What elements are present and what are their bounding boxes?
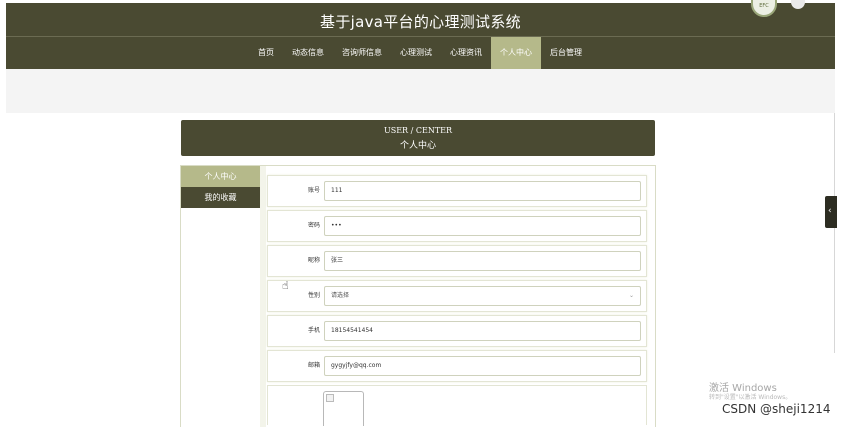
top-header: 基于java平台的心理测试系统 EFC bbox=[6, 0, 835, 36]
gender-label: 性别 bbox=[307, 292, 320, 299]
nav-item-counselors[interactable]: 咨询师信息 bbox=[333, 37, 391, 69]
gender-select-value: 请选择 bbox=[331, 292, 350, 299]
broken-image-icon bbox=[326, 394, 334, 402]
form-row-email: 邮箱 gygyjfy@qq.com bbox=[267, 350, 647, 382]
phone-label: 手机 bbox=[307, 327, 320, 334]
side-collapse-tab[interactable]: ‹ bbox=[825, 196, 837, 228]
user-center-banner: USER / CENTER 个人中心 bbox=[181, 120, 655, 156]
side-menu-item-user-center[interactable]: 个人中心 bbox=[181, 166, 260, 187]
windows-activation-subtext: 转到"设置"以激活 Windows。 bbox=[709, 394, 792, 401]
nav-item-home[interactable]: 首页 bbox=[249, 37, 283, 69]
form-row-nickname: 昵称 张三 bbox=[267, 245, 647, 277]
avatar-text: EFC bbox=[759, 3, 769, 9]
form-row-phone: 手机 18154541454 bbox=[267, 315, 647, 347]
chevron-down-icon: ⌄ bbox=[628, 292, 634, 299]
user-menu-icon[interactable] bbox=[791, 0, 805, 9]
page-spacer-band bbox=[6, 69, 835, 113]
phone-field[interactable]: 18154541454 bbox=[324, 321, 641, 341]
account-field[interactable]: 111 bbox=[324, 181, 641, 201]
banner-en-title: USER / CENTER bbox=[383, 126, 453, 135]
nickname-field[interactable]: 张三 bbox=[324, 251, 641, 271]
avatar-image-upload[interactable] bbox=[323, 391, 364, 426]
side-divider bbox=[260, 166, 266, 427]
form-row-gender: 性别 请选择 ⌄ bbox=[267, 280, 647, 312]
page: 基于java平台的心理测试系统 EFC 首页 动态信息 咨询师信息 心理测试 心… bbox=[0, 0, 858, 427]
side-menu: 个人中心 我的收藏 bbox=[181, 166, 260, 208]
site-title: 基于java平台的心理测试系统 bbox=[320, 13, 521, 31]
banner-cn-title: 个人中心 bbox=[399, 141, 436, 151]
password-label: 密码 bbox=[307, 222, 320, 229]
right-scroll-line bbox=[834, 113, 835, 353]
chevron-left-icon: ‹ bbox=[828, 206, 832, 216]
gender-select[interactable]: 请选择 ⌄ bbox=[324, 286, 641, 306]
csdn-watermark: CSDN @sheji1214 bbox=[722, 402, 831, 416]
side-menu-item-favorites[interactable]: 我的收藏 bbox=[181, 187, 260, 208]
form-row-avatar-image bbox=[267, 385, 647, 426]
main-nav: 首页 动态信息 咨询师信息 心理测试 心理资讯 个人中心 后台管理 bbox=[6, 36, 835, 69]
nav-item-news[interactable]: 动态信息 bbox=[283, 37, 333, 69]
email-label: 邮箱 bbox=[307, 362, 320, 369]
profile-form: 账号 111 密码 ••• 昵称 张三 性别 请选择 ⌄ 手机 18154541… bbox=[267, 175, 647, 426]
hand-cursor-icon: ☝ bbox=[282, 279, 289, 292]
account-label: 账号 bbox=[307, 187, 320, 194]
nav-item-admin[interactable]: 后台管理 bbox=[541, 37, 591, 69]
nickname-label: 昵称 bbox=[307, 257, 320, 264]
nav-item-user-center[interactable]: 个人中心 bbox=[491, 37, 541, 69]
nav-item-psych-info[interactable]: 心理资讯 bbox=[441, 37, 491, 69]
form-row-account: 账号 111 bbox=[267, 175, 647, 207]
nav-item-psych-test[interactable]: 心理测试 bbox=[391, 37, 441, 69]
user-center-panel: 个人中心 我的收藏 账号 111 密码 ••• 昵称 张三 性别 请选择 ⌄ 手… bbox=[180, 165, 656, 427]
email-field[interactable]: gygyjfy@qq.com bbox=[324, 356, 641, 376]
password-field[interactable]: ••• bbox=[324, 216, 641, 236]
form-row-password: 密码 ••• bbox=[267, 210, 647, 242]
